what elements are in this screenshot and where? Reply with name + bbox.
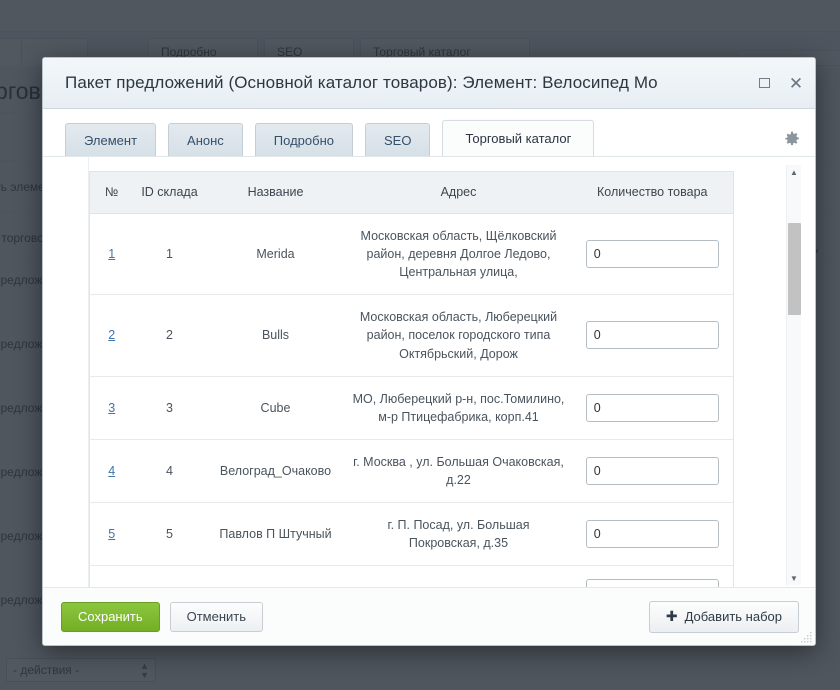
- cell-number: 1: [89, 213, 134, 296]
- cell-name: Павлов П Штучный: [205, 502, 346, 567]
- col-header-warehouse-id: ID склада: [133, 171, 206, 214]
- row-link[interactable]: 5: [108, 527, 115, 541]
- quantity-input[interactable]: [585, 579, 719, 587]
- content-vertical-scrollbar[interactable]: ▲ ▼: [786, 165, 801, 585]
- cell-name: ИМ_Янгеля: [206, 566, 346, 587]
- cell-name: Велоград_Очаково: [205, 439, 346, 504]
- modal-content-area: № ID склада Название Адрес Количество то…: [43, 156, 815, 587]
- cell-warehouse-id: 6: [134, 566, 206, 587]
- quantity-input[interactable]: [585, 520, 719, 549]
- cell-quantity: [572, 566, 734, 587]
- col-header-address: Адрес: [345, 171, 572, 214]
- resize-grip-icon[interactable]: [800, 631, 813, 644]
- col-header-number: №: [89, 171, 134, 214]
- cell-address: г. Москва , ул. Большая Очаковская, д.22: [345, 439, 572, 504]
- cell-number: 6: [90, 566, 134, 587]
- cell-address: Московская область, Щёлковский район, де…: [345, 213, 572, 296]
- add-set-label: Добавить набор: [684, 609, 782, 624]
- add-set-button[interactable]: ✚ Добавить набор: [648, 600, 799, 633]
- quantity-input[interactable]: [585, 457, 719, 485]
- tab-anons[interactable]: Анонс: [168, 123, 243, 156]
- content-left-gutter: [43, 157, 89, 587]
- maximize-icon[interactable]: [755, 74, 773, 92]
- table-row: 5 5 Павлов П Штучный г. П. Посад, ул. Бо…: [89, 502, 734, 567]
- modal-title-bar[interactable]: Пакет предложений (Основной каталог това…: [43, 58, 815, 109]
- cell-number: 2: [89, 294, 134, 377]
- gear-icon[interactable]: [783, 130, 801, 148]
- row-link[interactable]: 3: [108, 401, 115, 415]
- table-row: 6 6 ИМ_Янгеля г. Москва, ул. Кировоградс…: [90, 566, 734, 587]
- warehouse-table-wrapper: № ID склада Название Адрес Количество то…: [89, 157, 815, 587]
- row-link[interactable]: 1: [108, 247, 115, 261]
- col-header-name: Название: [205, 171, 346, 214]
- tab-podrobno[interactable]: Подробно: [254, 123, 353, 156]
- table-row: 3 3 Cube МО, Люберецкий р-н, пос.Томилин…: [89, 376, 734, 440]
- cell-number: 4: [89, 439, 134, 504]
- row-link[interactable]: 2: [108, 328, 115, 342]
- quantity-input[interactable]: [585, 321, 719, 350]
- table-row: 2 2 Bulls Московская область, Люберецкий…: [89, 294, 734, 377]
- table-row: 4 4 Велоград_Очаково г. Москва , ул. Бол…: [89, 439, 734, 504]
- cell-quantity: [571, 376, 734, 440]
- quantity-input[interactable]: [585, 240, 719, 269]
- close-icon[interactable]: ✕: [787, 74, 805, 92]
- warehouse-table: № ID склада Название Адрес Количество то…: [89, 171, 734, 587]
- cell-quantity: [571, 439, 734, 504]
- table-row: 1 1 Merida Московская область, Щёлковски…: [89, 213, 734, 296]
- cell-address: Московская область, Люберецкий район, по…: [345, 294, 572, 377]
- tab-trade-catalog[interactable]: Торговый каталог: [442, 120, 595, 156]
- cell-warehouse-id: 1: [133, 213, 206, 296]
- save-button[interactable]: Сохранить: [61, 601, 160, 632]
- tab-seo[interactable]: SEO: [365, 123, 431, 156]
- cell-quantity: [571, 213, 734, 296]
- cancel-button[interactable]: Отменить: [169, 601, 264, 632]
- quantity-input[interactable]: [585, 393, 719, 422]
- cell-name: Cube: [205, 376, 346, 440]
- cell-warehouse-id: 2: [133, 294, 206, 377]
- col-header-quantity: Количество товара: [571, 171, 734, 214]
- cell-warehouse-id: 3: [133, 376, 206, 440]
- scrollbar-thumb[interactable]: [788, 223, 801, 315]
- cell-number: 3: [89, 376, 134, 440]
- plus-icon: ✚: [665, 608, 678, 624]
- cell-quantity: [571, 294, 734, 377]
- cell-name: Bulls: [205, 294, 346, 377]
- modal-window-controls: ✕: [747, 74, 805, 92]
- row-link[interactable]: 4: [108, 464, 115, 478]
- cell-quantity: [571, 502, 734, 567]
- element-edit-modal: Пакет предложений (Основной каталог това…: [42, 57, 816, 646]
- table-header-row: № ID склада Название Адрес Количество то…: [89, 171, 734, 214]
- scroll-up-arrow-icon[interactable]: ▲: [787, 165, 801, 179]
- cell-warehouse-id: 4: [133, 439, 206, 504]
- cell-address: г. Москва, ул. Кировоградская, д.23а: [346, 566, 572, 587]
- scroll-down-arrow-icon[interactable]: ▼: [787, 571, 801, 585]
- modal-tabs: Элемент Анонс Подробно SEO Торговый ката…: [65, 120, 595, 156]
- cell-name: Merida: [205, 213, 346, 296]
- modal-title: Пакет предложений (Основной каталог това…: [65, 73, 658, 92]
- warehouse-table-body: 1 1 Merida Московская область, Щёлковски…: [89, 213, 734, 587]
- cell-address: МО, Люберецкий р-н, пос.Томилино, м-р Пт…: [345, 376, 572, 440]
- warehouse-table-head: № ID склада Название Адрес Количество то…: [89, 171, 734, 214]
- cell-address: г. П. Посад, ул. Большая Покровская, д.3…: [345, 502, 572, 567]
- tab-element[interactable]: Элемент: [65, 123, 157, 156]
- modal-tab-bar: Элемент Анонс Подробно SEO Торговый ката…: [43, 109, 815, 156]
- cell-number: 5: [89, 502, 134, 567]
- cell-warehouse-id: 5: [133, 502, 206, 567]
- modal-footer: Сохранить Отменить ✚ Добавить набор: [43, 587, 815, 645]
